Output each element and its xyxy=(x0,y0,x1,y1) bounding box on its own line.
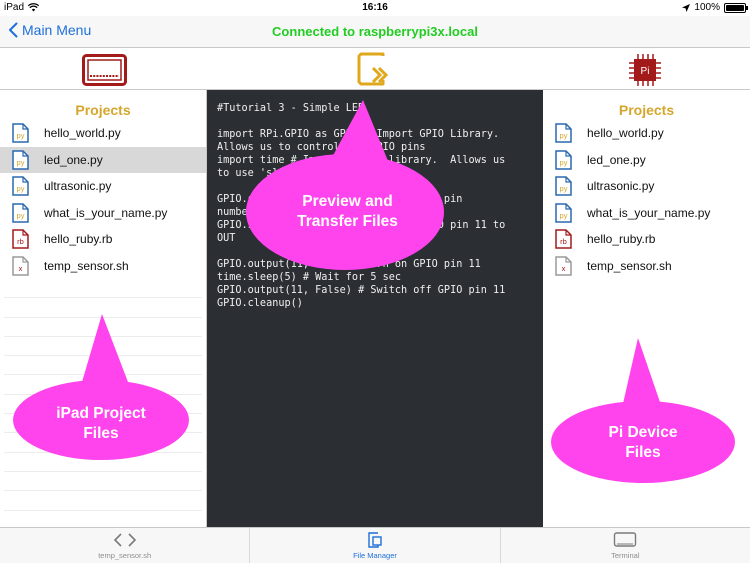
left-panel-header: Projects xyxy=(75,102,131,118)
ipad-file-list: py hello_world.py py led_one.py py ultrasonic… xyxy=(0,120,206,279)
battery-icon xyxy=(724,2,748,13)
file-name: hello_ruby.rb xyxy=(44,232,113,247)
status-bar: iPad 16:16 100% xyxy=(0,0,750,16)
rb-file-icon: rb xyxy=(12,229,29,249)
tab-bar: temp_sensor.sh File Manager Terminal xyxy=(0,527,750,563)
svg-text:py: py xyxy=(560,211,568,220)
file-name: what_is_your_name.py xyxy=(44,205,168,220)
py-file-icon: py xyxy=(555,150,572,170)
tab-editor-label: temp_sensor.sh xyxy=(98,551,152,560)
file-row[interactable]: py hello_world.py xyxy=(543,120,750,147)
pi-callout-text: Pi Device Files xyxy=(608,424,678,461)
svg-text:rb: rb xyxy=(17,237,24,246)
file-row[interactable]: py led_one.py xyxy=(543,147,750,174)
file-name: hello_ruby.rb xyxy=(587,232,656,247)
py-file-icon: py xyxy=(12,176,29,196)
app-root: { "status_bar": { "carrier": "iPad", "ti… xyxy=(0,0,750,563)
empty-row xyxy=(4,472,202,492)
tab-terminal-label: Terminal xyxy=(611,551,640,560)
preview-callout-text: Preview and Transfer Files xyxy=(297,193,398,230)
terminal-icon xyxy=(614,532,637,547)
connection-status-title: Connected to raspberrypi3x.local xyxy=(272,24,478,39)
device-toolbar: Pi xyxy=(0,48,750,90)
file-row[interactable]: x temp_sensor.sh xyxy=(543,253,750,280)
file-name: hello_world.py xyxy=(44,126,121,141)
status-time: 16:16 xyxy=(362,2,388,13)
file-name: ultrasonic.py xyxy=(44,179,112,194)
pi-file-list: py hello_world.py py led_one.py py ultrasonic… xyxy=(543,120,750,279)
file-row[interactable]: rb hello_ruby.rb xyxy=(0,226,206,253)
ipad-device-icon[interactable] xyxy=(82,54,127,86)
rb-file-icon: rb xyxy=(555,229,572,249)
py-file-icon: py xyxy=(12,150,29,170)
svg-text:x: x xyxy=(19,264,23,273)
file-row[interactable]: py what_is_your_name.py xyxy=(543,200,750,227)
battery-level xyxy=(726,4,744,11)
empty-row xyxy=(4,279,202,299)
file-row[interactable]: py what_is_your_name.py xyxy=(0,200,206,227)
svg-text:x: x xyxy=(562,264,566,273)
file-row[interactable]: py ultrasonic.py xyxy=(543,173,750,200)
transfer-file-icon[interactable] xyxy=(357,52,395,88)
file-name: temp_sensor.sh xyxy=(44,258,129,273)
tab-file-manager-label: File Manager xyxy=(353,551,397,560)
pi-chip-icon[interactable]: Pi xyxy=(628,54,662,86)
svg-text:py: py xyxy=(17,184,25,193)
empty-row xyxy=(4,491,202,511)
x-file-icon: x xyxy=(555,256,572,276)
navigation-bar: Main Menu Connected to raspberrypi3x.loc… xyxy=(0,16,750,48)
chip-label: Pi xyxy=(641,66,650,77)
right-panel-header: Projects xyxy=(618,102,675,118)
battery-percent: 100% xyxy=(694,2,720,13)
ipad-callout-text: iPad Project Files xyxy=(56,405,146,442)
file-row[interactable]: rb hello_ruby.rb xyxy=(543,226,750,253)
location-arrow-icon xyxy=(682,3,691,12)
svg-text:py: py xyxy=(560,184,568,193)
file-name: led_one.py xyxy=(587,152,646,167)
pi-callout-bubble xyxy=(551,338,735,483)
svg-text:py: py xyxy=(17,211,25,220)
file-manager-icon xyxy=(368,532,382,548)
x-file-icon: x xyxy=(12,256,29,276)
code-brackets-icon xyxy=(113,533,136,547)
py-file-icon: py xyxy=(12,203,29,223)
file-name: ultrasonic.py xyxy=(587,179,655,194)
file-row[interactable]: x temp_sensor.sh xyxy=(0,253,206,280)
file-name: what_is_your_name.py xyxy=(587,205,711,220)
file-name: hello_world.py xyxy=(587,126,664,141)
svg-text:py: py xyxy=(17,131,25,140)
file-row[interactable]: py hello_world.py xyxy=(0,120,206,147)
py-file-icon: py xyxy=(555,176,572,196)
py-file-icon: py xyxy=(555,203,572,223)
file-name: led_one.py xyxy=(44,152,103,167)
svg-text:py: py xyxy=(560,131,568,140)
tab-file-manager[interactable]: File Manager xyxy=(250,528,501,563)
preview-callout-bubble xyxy=(246,100,444,270)
svg-text:py: py xyxy=(560,158,568,167)
tab-terminal[interactable]: Terminal xyxy=(501,528,750,563)
file-name: temp_sensor.sh xyxy=(587,258,672,273)
py-file-icon: py xyxy=(12,123,29,143)
py-file-icon: py xyxy=(555,123,572,143)
svg-text:rb: rb xyxy=(560,237,567,246)
file-row[interactable]: py ultrasonic.py xyxy=(0,173,206,200)
svg-text:py: py xyxy=(17,158,25,167)
tab-editor[interactable]: temp_sensor.sh xyxy=(0,528,251,563)
file-row[interactable]: py led_one.py xyxy=(0,146,206,173)
